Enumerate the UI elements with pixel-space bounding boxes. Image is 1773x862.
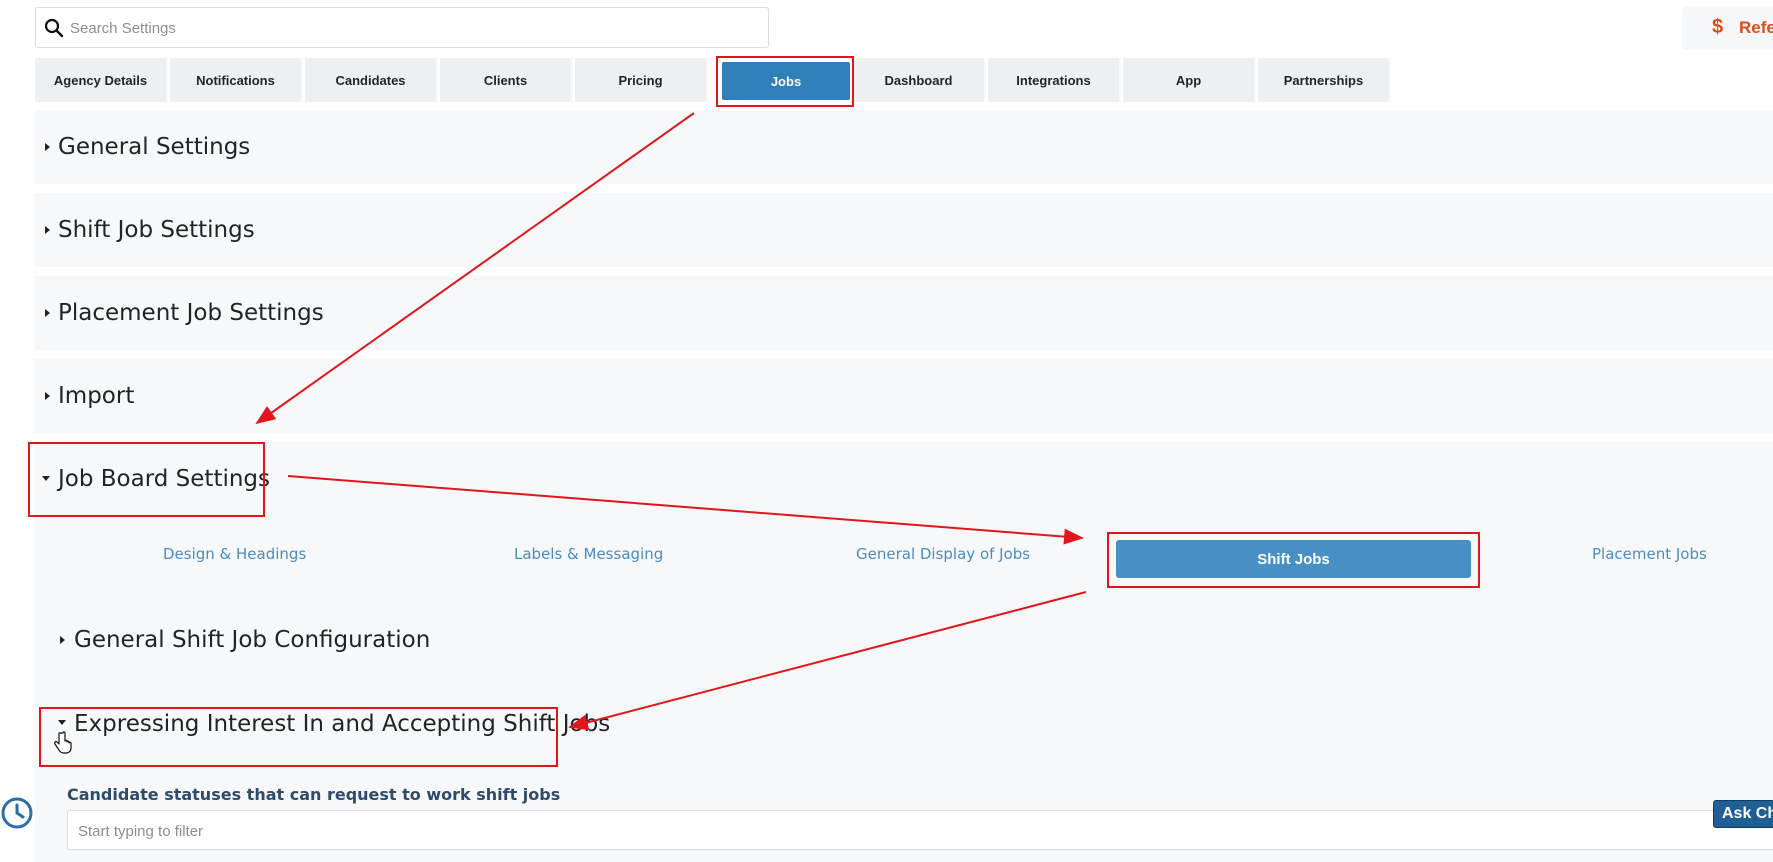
field-label: Candidate statuses that can request to w… — [67, 785, 561, 804]
tab-partnerships[interactable]: Partnerships — [1258, 58, 1391, 102]
tab-jobs[interactable]: Jobs — [722, 62, 850, 100]
search-input[interactable] — [68, 8, 762, 49]
section-general-settings[interactable]: General Settings — [35, 110, 1773, 184]
caret-right-icon — [45, 143, 50, 151]
caret-right-icon — [45, 309, 50, 317]
ask-chat-button[interactable]: Ask Ch — [1713, 800, 1773, 828]
section-title: Shift Job Settings — [58, 217, 255, 243]
search-box[interactable] — [35, 7, 769, 49]
subtab-design-headings[interactable]: Design & Headings — [163, 545, 306, 563]
referral-button[interactable]: $ Refe — [1682, 7, 1773, 50]
clock-icon[interactable] — [0, 796, 34, 830]
tab-clients[interactable]: Clients — [440, 58, 573, 102]
section-title: General Settings — [58, 134, 251, 160]
referral-label: Refe — [1739, 18, 1773, 37]
hand-cursor-icon — [54, 731, 72, 754]
status-filter-input[interactable] — [76, 811, 780, 851]
section-import[interactable]: Import — [35, 359, 1773, 433]
section-shift-job-settings[interactable]: Shift Job Settings — [35, 193, 1773, 267]
section-title: Placement Job Settings — [58, 300, 324, 326]
subtab-general-display[interactable]: General Display of Jobs — [856, 545, 1030, 563]
tab-integrations[interactable]: Integrations — [988, 58, 1121, 102]
section-title[interactable]: Job Board Settings — [58, 466, 270, 492]
search-icon — [44, 18, 64, 38]
subsection-expressing-interest[interactable]: Expressing Interest In and Accepting Shi… — [74, 711, 610, 737]
caret-right-icon[interactable] — [60, 636, 65, 644]
dollar-icon: $ — [1712, 16, 1724, 38]
tab-app[interactable]: App — [1123, 58, 1256, 102]
caret-right-icon — [45, 226, 50, 234]
subtab-labels-messaging[interactable]: Labels & Messaging — [514, 545, 663, 563]
section-title: Import — [58, 383, 135, 409]
section-placement-job-settings[interactable]: Placement Job Settings — [35, 276, 1773, 350]
tab-pricing[interactable]: Pricing — [575, 58, 708, 102]
tab-dashboard[interactable]: Dashboard — [853, 58, 986, 102]
subsection-general-shift-config[interactable]: General Shift Job Configuration — [74, 627, 430, 653]
caret-down-icon[interactable] — [58, 720, 66, 725]
caret-right-icon — [45, 392, 50, 400]
subtab-shift-jobs[interactable]: Shift Jobs — [1116, 540, 1471, 578]
subtab-placement-jobs[interactable]: Placement Jobs — [1592, 545, 1707, 563]
caret-down-icon[interactable] — [42, 476, 50, 481]
tab-notifications[interactable]: Notifications — [170, 58, 303, 102]
tab-agency-details[interactable]: Agency Details — [35, 58, 168, 102]
status-filter-box[interactable] — [67, 810, 1773, 851]
tab-candidates[interactable]: Candidates — [305, 58, 438, 102]
